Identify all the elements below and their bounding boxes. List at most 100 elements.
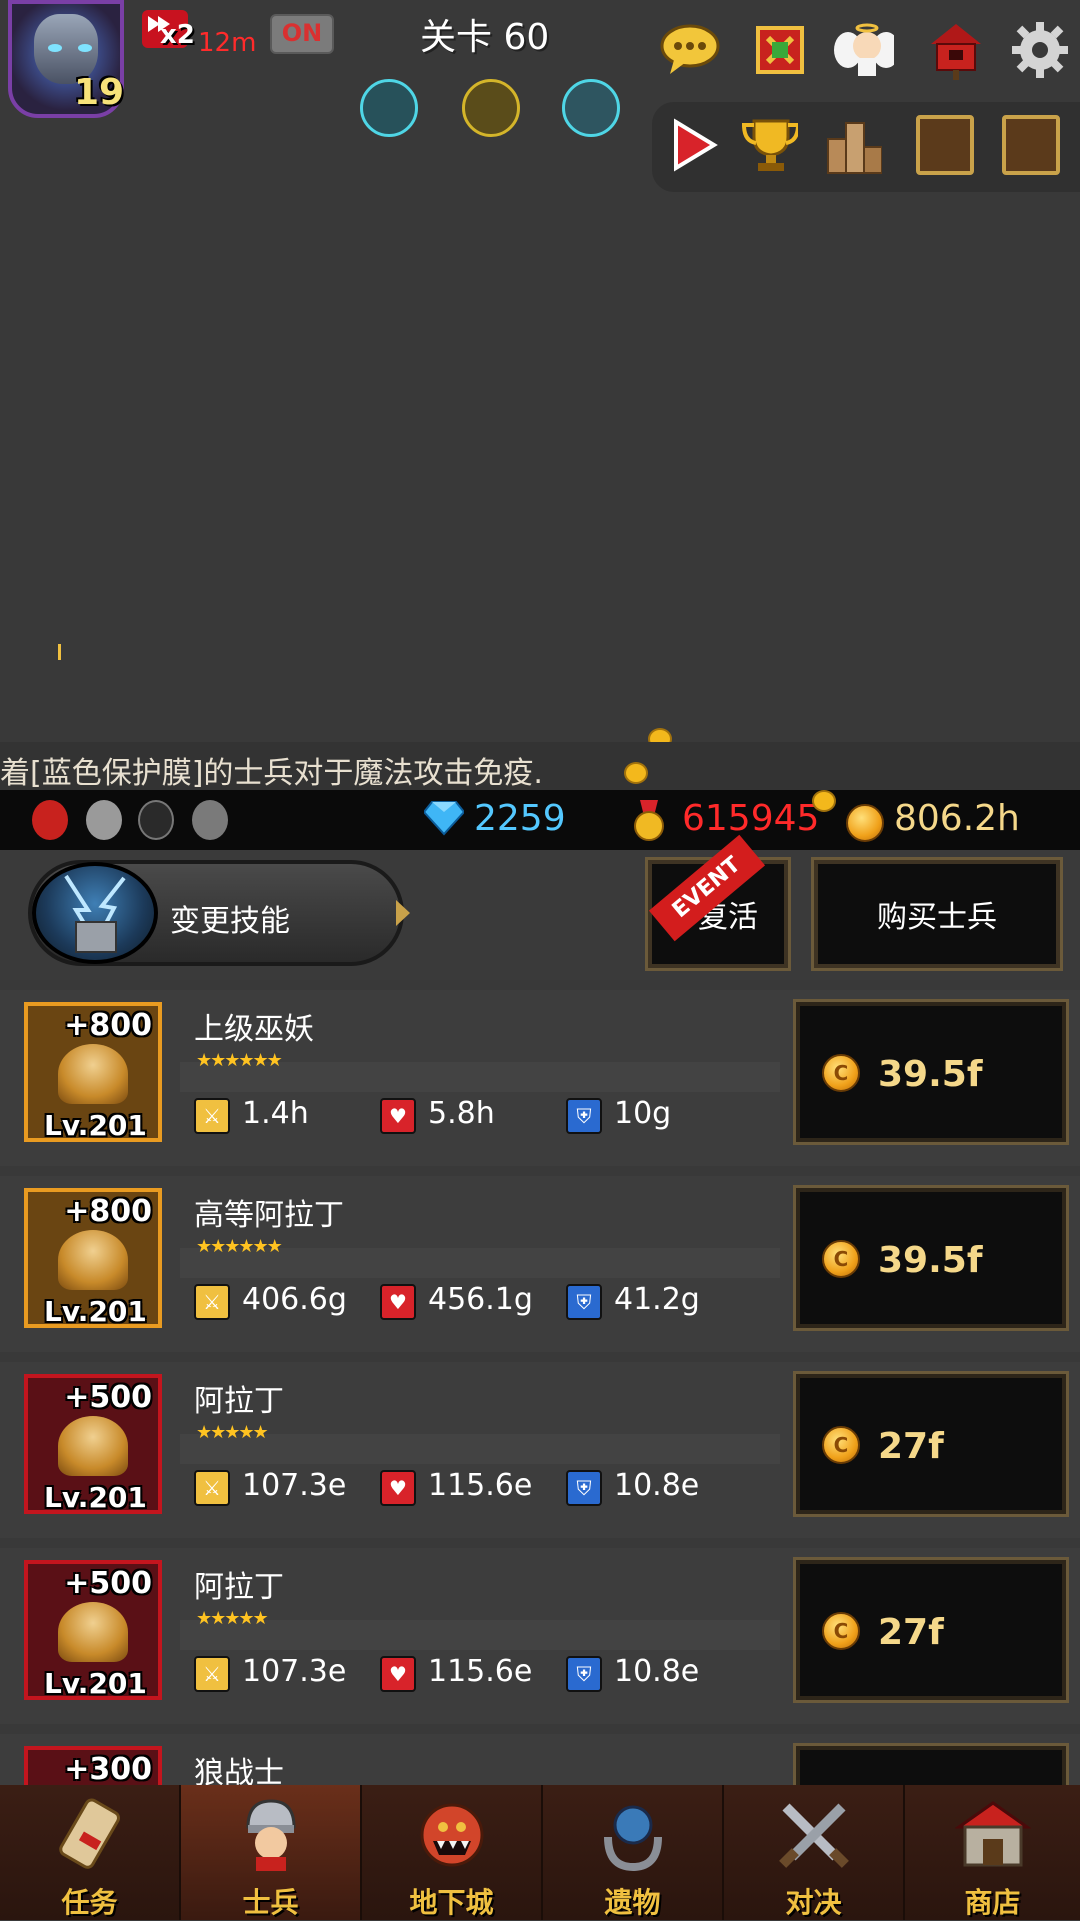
speed-multiplier: x2 <box>160 20 195 50</box>
upgrade-price: 27f <box>878 1426 944 1467</box>
hero-face-icon <box>32 800 68 840</box>
upgrade-price: 39.5f <box>878 1240 983 1281</box>
nav-label: 地下城 <box>409 1886 494 1919</box>
enhance-level: +800 <box>64 1008 152 1043</box>
upgrade-button[interactable]: C 39.5f <box>793 999 1069 1145</box>
attack-value: 406.6g <box>242 1282 347 1317</box>
heart-icon: ♥ <box>380 1656 416 1692</box>
attack-value: 107.3e <box>242 1654 347 1689</box>
swords-icon <box>772 1795 856 1875</box>
eye-icon <box>48 44 62 52</box>
unit-stars: ★★★★★★ <box>196 1236 283 1257</box>
robot-face-icon <box>192 800 228 840</box>
nav-tab-shop[interactable]: 商店 <box>905 1785 1080 1920</box>
attack-value: 1.4h <box>242 1096 309 1131</box>
particle <box>58 644 61 660</box>
heart-icon: ♥ <box>380 1284 416 1320</box>
shield-icon: ⛨ <box>566 1656 602 1692</box>
unit-name: 上级巫妖 <box>194 1012 314 1047</box>
upgrade-price: 27f <box>878 1612 944 1653</box>
angel-wings-skill-icon[interactable] <box>562 79 620 137</box>
tip-message: 着[蓝色保护膜]的士兵对于魔法攻击免疫. <box>0 756 543 791</box>
attack-icon: ⚔ <box>194 1656 230 1692</box>
unit-stars: ★★★★★ <box>196 1422 269 1443</box>
unit-portrait[interactable]: +800 Lv.201 <box>24 1188 162 1328</box>
angel-icon[interactable] <box>834 20 894 80</box>
unit-stars: ★★★★★★ <box>196 1050 283 1071</box>
nav-tab-quests[interactable]: 任务 <box>0 1785 181 1920</box>
upgrade-button[interactable]: C 27f <box>793 1371 1069 1517</box>
stage-title: 关卡 60 <box>420 17 550 58</box>
quest-book-icon[interactable] <box>1002 115 1060 175</box>
defense-value: 10g <box>614 1096 672 1131</box>
unit-level: Lv.201 <box>44 1295 147 1328</box>
gear-icon[interactable] <box>1010 20 1070 80</box>
unit-portrait[interactable]: +500 Lv.201 <box>24 1374 162 1514</box>
enhance-level: +500 <box>64 1566 152 1601</box>
soldier-icon <box>229 1795 313 1875</box>
nav-label: 任务 <box>61 1886 118 1919</box>
gold-coin-icon: C <box>822 1240 860 1278</box>
arrow-right-icon <box>396 900 410 926</box>
unit-stars: ★★★★★ <box>196 1608 269 1629</box>
play-icon[interactable] <box>664 115 722 175</box>
nav-tab-battle[interactable]: 对决 <box>724 1785 905 1920</box>
upgrade-button[interactable]: C 39.5f <box>793 1185 1069 1331</box>
unit-portrait[interactable]: +800 Lv.201 <box>24 1002 162 1142</box>
nav-label: 士兵 <box>242 1886 299 1919</box>
gem-count: 2259 <box>474 798 566 839</box>
trophy-icon[interactable] <box>740 115 798 175</box>
attack-icon: ⚔ <box>194 1284 230 1320</box>
gold-coin-icon <box>846 804 884 842</box>
nav-tab-dungeon[interactable]: 地下城 <box>362 1785 543 1920</box>
buy-soldier-label: 购买士兵 <box>877 900 997 935</box>
attack-icon: ⚔ <box>194 1098 230 1134</box>
chat-icon[interactable] <box>660 20 720 80</box>
unit-level: Lv.201 <box>44 1109 147 1142</box>
upgrade-button[interactable]: C 27f <box>793 1557 1069 1703</box>
defense-value: 10.8e <box>614 1468 700 1503</box>
guild-banner-icon[interactable] <box>750 20 810 80</box>
hero-book-icon[interactable] <box>916 115 974 175</box>
coin-drop-icon <box>812 790 836 812</box>
dungeon-icon <box>410 1795 494 1875</box>
defense-value: 10.8e <box>614 1654 700 1689</box>
shop-icon <box>951 1795 1035 1875</box>
hp-value: 456.1g <box>428 1282 533 1317</box>
dark-knight-face-icon <box>138 800 174 840</box>
unit-name: 阿拉丁 <box>194 1570 284 1605</box>
unit-portrait[interactable]: +500 Lv.201 <box>24 1560 162 1700</box>
nav-label: 遗物 <box>604 1886 661 1919</box>
lightning-tower-skill-icon[interactable] <box>360 79 418 137</box>
gold-coin-icon: C <box>822 1612 860 1650</box>
auto-toggle[interactable]: ON <box>270 14 334 54</box>
unit-sprite-icon <box>58 1044 128 1104</box>
nav-tab-soldiers[interactable]: 士兵 <box>181 1785 362 1920</box>
boost-timer: 12m <box>198 28 257 58</box>
defense-value: 41.2g <box>614 1282 700 1317</box>
mailbox-icon[interactable] <box>926 20 986 80</box>
coin-drop-icon <box>624 762 648 784</box>
gold-coin-icon: C <box>822 1054 860 1092</box>
skeleton-face-icon <box>86 800 122 840</box>
unit-name: 阿拉丁 <box>194 1384 284 1419</box>
unit-name: 高等阿拉丁 <box>194 1198 344 1233</box>
hp-value: 115.6e <box>428 1468 533 1503</box>
nav-tab-relics[interactable]: 遗物 <box>543 1785 724 1920</box>
hp-value: 5.8h <box>428 1096 495 1131</box>
nav-label: 对决 <box>785 1886 842 1919</box>
ranking-podium-icon[interactable] <box>824 115 882 175</box>
arrow-skill-icon[interactable] <box>462 79 520 137</box>
buy-soldier-button[interactable]: 购买士兵 <box>811 857 1063 971</box>
nav-label: 商店 <box>964 1886 1021 1919</box>
medal-count: 615945 <box>682 798 820 839</box>
heart-icon: ♥ <box>380 1098 416 1134</box>
unit-level: Lv.201 <box>44 1667 147 1700</box>
lightning-tower-icon <box>32 862 158 964</box>
unit-sprite-icon <box>58 1416 128 1476</box>
hp-value: 115.6e <box>428 1654 533 1689</box>
change-skill-label: 变更技能 <box>170 904 290 939</box>
shield-icon: ⛨ <box>566 1284 602 1320</box>
enhance-level: +800 <box>64 1194 152 1229</box>
medal-icon <box>632 800 666 842</box>
